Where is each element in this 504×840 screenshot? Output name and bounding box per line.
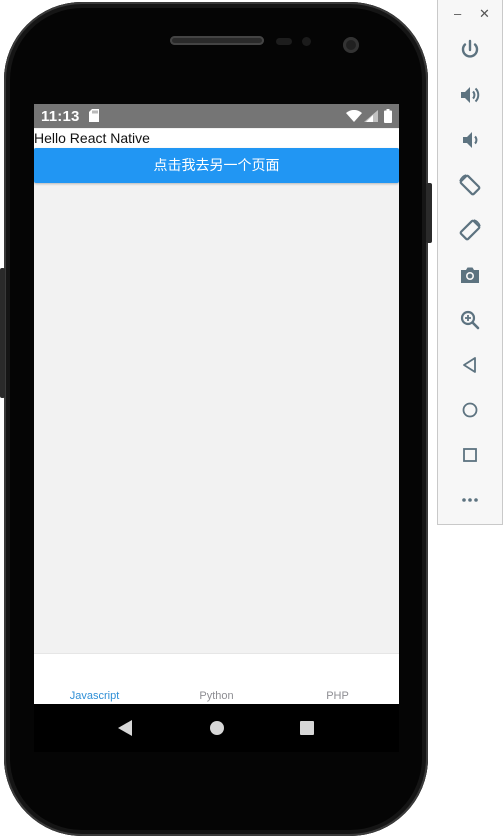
tab-javascript[interactable]: Javascript: [34, 690, 155, 702]
home-icon[interactable]: [210, 721, 224, 735]
wifi-icon: [346, 110, 362, 122]
status-time: 11:13: [41, 108, 80, 125]
go-to-page-button[interactable]: 点击我去另一个页面: [34, 148, 399, 183]
volume-up-icon[interactable]: [458, 83, 482, 107]
power-icon[interactable]: [458, 38, 482, 62]
sd-card-icon: [89, 109, 99, 122]
light-sensor: [302, 37, 311, 46]
android-nav-bar: [34, 704, 399, 752]
earpiece-speaker: [170, 36, 264, 45]
emulator-toolbar: – ✕: [437, 0, 503, 525]
rotate-left-icon[interactable]: [458, 173, 482, 197]
zoom-icon[interactable]: [458, 308, 482, 332]
camera-icon[interactable]: [458, 263, 482, 287]
more-icon[interactable]: [458, 488, 482, 512]
recents-icon[interactable]: [300, 721, 314, 735]
cell-signal-icon: [364, 110, 378, 122]
proximity-sensor: [276, 38, 292, 45]
volume-side-button[interactable]: [0, 268, 5, 398]
tab-python[interactable]: Python: [156, 690, 277, 702]
minimize-icon[interactable]: –: [454, 6, 461, 21]
overview-icon[interactable]: [458, 443, 482, 467]
greeting-text: Hello React Native: [34, 129, 399, 148]
tab-php[interactable]: PHP: [277, 690, 398, 702]
device-screen: 11:13 Hello React Native 点击我去另一个页面 Javas…: [34, 104, 399, 704]
window-controls: – ✕: [438, 6, 504, 22]
status-bar: 11:13: [34, 104, 399, 128]
rotate-right-icon[interactable]: [458, 218, 482, 242]
power-side-button[interactable]: [426, 183, 432, 243]
battery-icon: [384, 109, 392, 123]
bottom-tab-bar: Javascript Python PHP: [34, 653, 399, 704]
back-icon[interactable]: [458, 353, 482, 377]
close-icon[interactable]: ✕: [479, 6, 490, 22]
volume-down-icon[interactable]: [458, 128, 482, 152]
back-icon[interactable]: [118, 720, 132, 736]
home-icon[interactable]: [458, 398, 482, 422]
front-camera: [343, 37, 359, 53]
